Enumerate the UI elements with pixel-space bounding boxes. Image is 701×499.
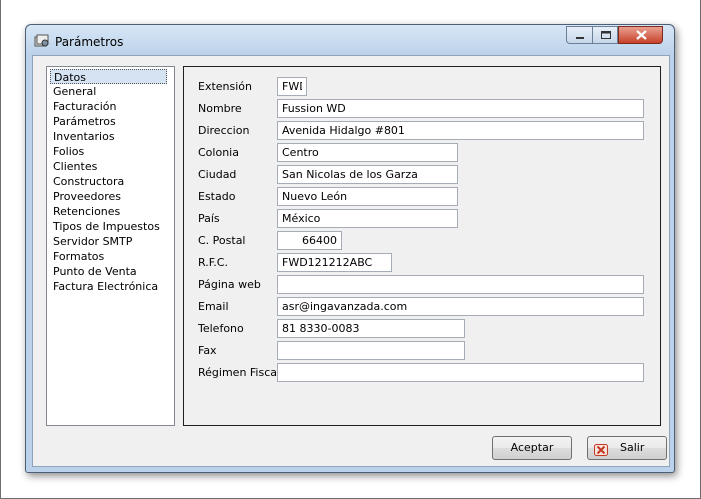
rfc-label: R.F.C.	[198, 256, 228, 269]
ciudad-label: Ciudad	[198, 168, 237, 181]
settings-category-list[interactable]: Datos General Facturación Parámetros Inv…	[46, 66, 175, 426]
nav-item-folios[interactable]: Folios	[52, 144, 85, 159]
app-settings-icon	[34, 34, 50, 48]
estado-field[interactable]	[277, 187, 458, 206]
nav-item-punto-de-venta[interactable]: Punto de Venta	[52, 264, 138, 279]
title-bar[interactable]: Parámetros	[26, 25, 674, 55]
rfc-field[interactable]	[277, 253, 392, 272]
telefono-label: Telefono	[198, 322, 244, 335]
maximize-icon	[601, 31, 611, 39]
company-data-form: Extensión Nombre Direccion Colonia Ciuda…	[183, 66, 661, 426]
colonia-label: Colonia	[198, 146, 239, 159]
codigo-postal-label: C. Postal	[198, 234, 246, 247]
minimize-button[interactable]	[566, 26, 592, 44]
nav-item-clientes[interactable]: Clientes	[52, 159, 98, 174]
nav-item-general[interactable]: General	[52, 84, 97, 99]
nav-item-datos[interactable]: Datos	[50, 69, 167, 84]
nav-item-tipos-de-impuestos[interactable]: Tipos de Impuestos	[52, 219, 161, 234]
regimen-fiscal-field[interactable]	[277, 363, 644, 382]
close-icon	[636, 30, 647, 40]
codigo-postal-field[interactable]	[277, 231, 342, 250]
nav-item-factura-electronica[interactable]: Factura Electrónica	[52, 279, 159, 294]
nombre-field[interactable]	[277, 99, 644, 118]
exit-button-label: Salir	[620, 441, 645, 454]
maximize-button[interactable]	[592, 26, 618, 44]
colonia-field[interactable]	[277, 143, 458, 162]
nav-item-inventarios[interactable]: Inventarios	[52, 129, 116, 144]
exit-button[interactable]: Salir	[587, 436, 667, 460]
window-title: Parámetros	[55, 35, 124, 49]
pagina-web-field[interactable]	[277, 275, 644, 294]
page-edge-left	[0, 0, 1, 499]
nombre-label: Nombre	[198, 102, 242, 115]
email-label: Email	[198, 300, 229, 313]
ciudad-field[interactable]	[277, 165, 458, 184]
dialog-client-area: Datos General Facturación Parámetros Inv…	[32, 55, 670, 467]
minimize-icon	[576, 37, 584, 39]
extension-label: Extensión	[198, 80, 253, 93]
telefono-field[interactable]	[277, 319, 465, 338]
nav-item-retenciones[interactable]: Retenciones	[52, 204, 121, 219]
nav-item-parametros[interactable]: Parámetros	[52, 114, 117, 129]
email-field[interactable]	[277, 297, 644, 316]
fax-field[interactable]	[277, 341, 465, 360]
pagina-web-label: Página web	[198, 278, 261, 291]
pais-label: País	[198, 212, 220, 225]
direccion-label: Direccion	[198, 124, 250, 137]
nav-item-facturacion[interactable]: Facturación	[52, 99, 117, 114]
nav-item-proveedores[interactable]: Proveedores	[52, 189, 122, 204]
exit-x-icon	[594, 442, 608, 464]
close-window-button[interactable]	[618, 26, 663, 44]
nav-item-servidor-smtp[interactable]: Servidor SMTP	[52, 234, 133, 249]
accept-button[interactable]: Aceptar	[492, 436, 572, 460]
fax-label: Fax	[198, 344, 217, 357]
extension-field[interactable]	[277, 77, 307, 96]
direccion-field[interactable]	[277, 121, 644, 140]
estado-label: Estado	[198, 190, 236, 203]
nav-item-constructora[interactable]: Constructora	[52, 174, 125, 189]
regimen-fiscal-label: Régimen Fiscal	[198, 366, 281, 379]
pais-field[interactable]	[277, 209, 458, 228]
parametros-window: Parámetros Datos General Facturación Par…	[25, 24, 675, 473]
nav-item-formatos[interactable]: Formatos	[52, 249, 105, 264]
